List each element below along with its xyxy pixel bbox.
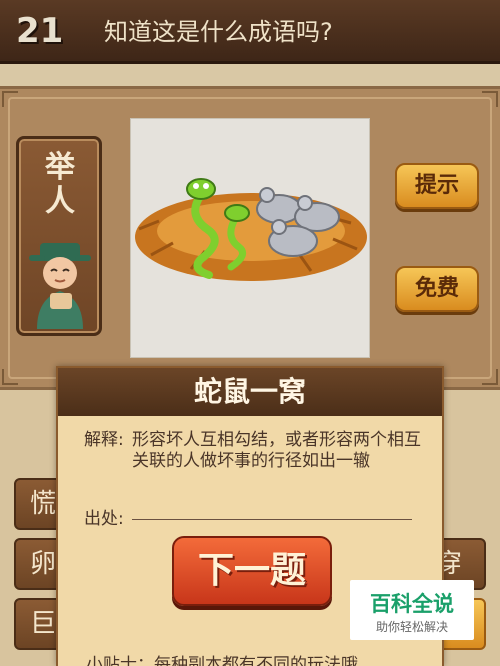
- character-card[interactable]: 举 人: [16, 136, 102, 336]
- watermark-brand: 百科全说: [370, 592, 454, 616]
- watermark-logo: 百科全说 助你轻松解决: [350, 580, 474, 640]
- explanation-label: 解释:: [84, 430, 124, 450]
- corner-ornament: [2, 369, 18, 385]
- level-number: 21: [16, 11, 64, 51]
- snake-rat-nest-image: [135, 178, 367, 281]
- scholar-avatar-icon: [29, 243, 91, 329]
- idiom-title: 蛇鼠一窝: [58, 368, 442, 416]
- tip-text: 小贴士：每种副本都有不同的玩法哦: [86, 655, 358, 666]
- source-underline: [132, 519, 412, 520]
- question-text: 知道这是什么成语吗?: [104, 18, 333, 46]
- top-bar: 21 知道这是什么成语吗?: [0, 0, 500, 64]
- next-question-button[interactable]: 下一题: [172, 536, 332, 606]
- corner-ornament: [2, 91, 18, 107]
- character-name: 举 人: [45, 150, 75, 219]
- source: 出处:: [84, 508, 414, 530]
- free-button[interactable]: 免费: [395, 266, 479, 312]
- source-label: 出处:: [84, 509, 124, 529]
- puzzle-picture: [130, 118, 370, 358]
- explanation-text: 形容坏人互相勾结，或者形容两个相互关联的人做坏事的行径如出一辙: [132, 430, 421, 471]
- corner-ornament: [482, 369, 498, 385]
- explanation: 解释: 形容坏人互相勾结，或者形容两个相互关联的人做坏事的行径如出一辙: [84, 430, 432, 472]
- watermark-slogan: 助你轻松解决: [375, 620, 448, 634]
- corner-ornament: [482, 91, 498, 107]
- hint-button[interactable]: 提示: [395, 163, 479, 209]
